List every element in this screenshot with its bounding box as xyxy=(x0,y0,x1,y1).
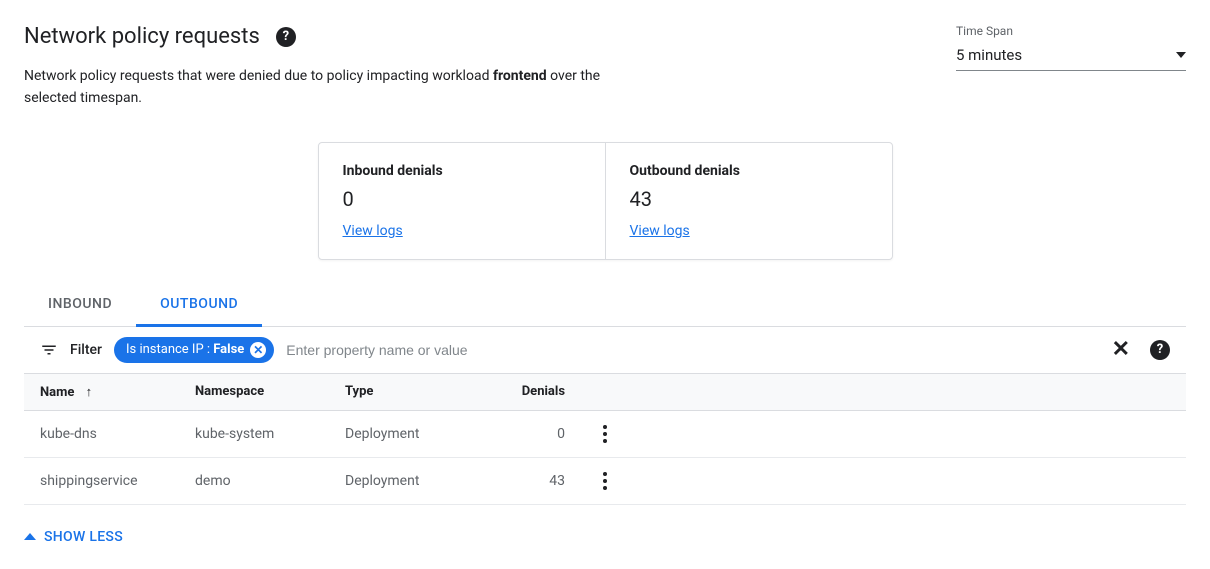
filter-label: Filter xyxy=(70,342,102,358)
tabs-container: INBOUND OUTBOUND xyxy=(24,284,1186,327)
denials-table: Name ↑ Namespace Type Denials kube-dns k… xyxy=(24,374,1186,505)
tab-inbound[interactable]: INBOUND xyxy=(24,284,136,327)
inbound-denials-value: 0 xyxy=(343,187,581,211)
row-actions-menu-icon[interactable] xyxy=(599,468,611,494)
column-header-name[interactable]: Name ↑ xyxy=(40,384,195,400)
cell-name: shippingservice xyxy=(40,473,195,489)
cell-name: kube-dns xyxy=(40,426,195,442)
outbound-view-logs-link[interactable]: View logs xyxy=(630,223,690,239)
inbound-denials-label: Inbound denials xyxy=(343,163,581,179)
tab-outbound[interactable]: OUTBOUND xyxy=(136,284,262,327)
outbound-denials-cell: Outbound denials 43 View logs xyxy=(606,143,892,259)
page-title: Network policy requests xyxy=(24,24,260,49)
filter-input[interactable] xyxy=(286,342,1091,358)
timespan-label: Time Span xyxy=(956,24,1186,38)
outbound-denials-label: Outbound denials xyxy=(630,163,868,179)
inbound-view-logs-link[interactable]: View logs xyxy=(343,223,403,239)
row-actions-menu-icon[interactable] xyxy=(599,421,611,447)
filter-icon xyxy=(40,341,58,359)
column-header-type[interactable]: Type xyxy=(345,384,515,400)
chevron-down-icon xyxy=(1176,52,1186,58)
show-less-button[interactable]: SHOW LESS xyxy=(24,529,123,545)
chevron-up-icon xyxy=(24,533,36,540)
clear-filter-icon[interactable]: ✕ xyxy=(1104,339,1138,361)
cell-denials: 43 xyxy=(515,473,565,489)
table-header-row: Name ↑ Namespace Type Denials xyxy=(24,374,1186,411)
cell-type: Deployment xyxy=(345,426,515,442)
inbound-denials-cell: Inbound denials 0 View logs xyxy=(319,143,606,259)
column-header-denials[interactable]: Denials xyxy=(515,384,565,400)
cell-denials: 0 xyxy=(515,426,565,442)
table-row: shippingservice demo Deployment 43 xyxy=(24,458,1186,505)
remove-chip-icon[interactable]: ✕ xyxy=(250,342,266,358)
outbound-denials-value: 43 xyxy=(630,187,868,211)
timespan-selector[interactable]: Time Span 5 minutes xyxy=(956,24,1186,71)
help-icon[interactable]: ? xyxy=(276,27,296,47)
cell-namespace: kube-system xyxy=(195,426,345,442)
filter-bar: Filter Is instance IP : False ✕ ✕ ? xyxy=(24,327,1186,374)
filter-chip-instance-ip[interactable]: Is instance IP : False ✕ xyxy=(114,337,274,363)
sort-ascending-icon: ↑ xyxy=(86,385,93,400)
filter-help-icon[interactable]: ? xyxy=(1150,340,1170,360)
column-header-namespace[interactable]: Namespace xyxy=(195,384,345,400)
cell-namespace: demo xyxy=(195,473,345,489)
timespan-value: 5 minutes xyxy=(956,46,1022,64)
table-row: kube-dns kube-system Deployment 0 xyxy=(24,411,1186,458)
cell-type: Deployment xyxy=(345,473,515,489)
page-description: Network policy requests that were denied… xyxy=(24,65,644,110)
denials-summary-card: Inbound denials 0 View logs Outbound den… xyxy=(318,142,893,260)
